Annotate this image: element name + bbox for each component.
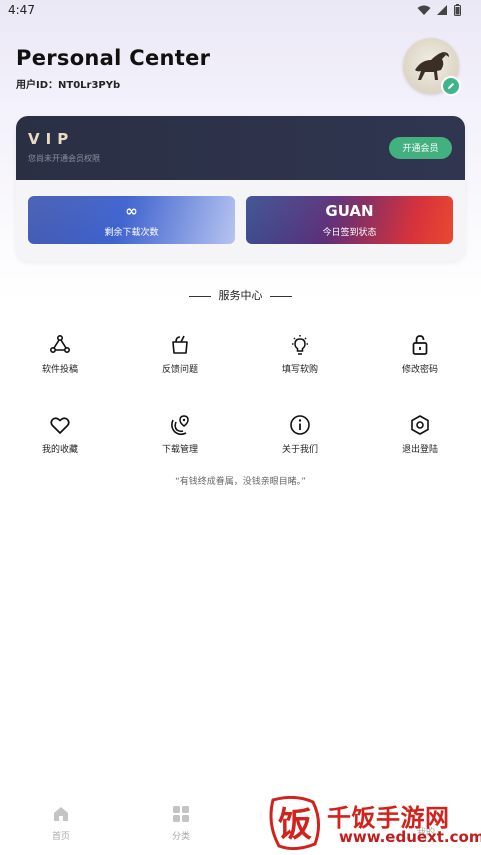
info-icon	[290, 415, 310, 435]
divider	[270, 295, 292, 297]
heart-icon	[50, 417, 70, 434]
wifi-icon	[417, 5, 431, 15]
download-location-icon	[171, 415, 189, 436]
profile-header: Personal Center 用户ID：NT0Lr3PYb	[16, 46, 210, 91]
downloads-remaining-value: ∞	[125, 202, 138, 220]
feedback-cup-icon	[172, 335, 188, 354]
status-icons	[417, 4, 461, 16]
service-item-favorites[interactable]: 我的收藏	[0, 414, 120, 470]
vip-title: VIP	[28, 130, 75, 148]
vip-subtitle: 您尚未开通会员权限	[28, 154, 100, 163]
signal-icon	[437, 4, 447, 15]
service-item-label: 我的收藏	[41, 445, 78, 455]
checkin-status-value: GUAN	[325, 202, 374, 220]
pencil-icon	[448, 83, 454, 89]
service-center-heading: 服务中心	[0, 287, 481, 303]
nav-category-label: 分类	[171, 832, 190, 842]
nav-category[interactable]: 分类	[151, 805, 211, 842]
service-item-label: 修改密码	[401, 365, 438, 375]
downloads-remaining-card[interactable]: ∞ 剩余下载次数	[28, 196, 235, 244]
service-item-download-manager[interactable]: 下载管理	[120, 414, 240, 470]
downloads-remaining-label: 剩余下载次数	[104, 228, 159, 238]
service-item-label: 关于我们	[281, 445, 318, 455]
logout-hexagon-icon	[411, 415, 429, 435]
edit-avatar-badge[interactable]	[441, 76, 461, 96]
service-item-label: 软件投稿	[41, 365, 78, 375]
vip-card: VIP 您尚未开通会员权限 开通会员 ∞ 剩余下载次数 GUAN 今日签到状态	[16, 116, 465, 261]
service-item-submit-software[interactable]: 软件投稿	[0, 334, 120, 390]
battery-icon	[454, 4, 461, 16]
service-item-feedback[interactable]: 反馈问题	[120, 334, 240, 390]
status-time: 4:47	[8, 3, 35, 17]
service-center-title: 服务中心	[218, 289, 263, 302]
user-id: 用户ID：NT0Lr3PYb	[16, 80, 121, 91]
service-item-about-us[interactable]: 关于我们	[240, 414, 360, 470]
svg-text:饭: 饭	[278, 805, 312, 845]
service-item-change-password[interactable]: 修改密码	[360, 334, 480, 390]
lightbulb-icon	[292, 335, 308, 355]
nav-home[interactable]: 首页	[31, 805, 91, 842]
service-item-label: 反馈问题	[161, 365, 198, 375]
nav-home-label: 首页	[51, 832, 70, 842]
checkin-status-label: 今日签到状态	[322, 228, 377, 238]
page-title: Personal Center	[16, 46, 211, 70]
lock-icon	[412, 335, 428, 355]
watermark-logo-icon: 饭	[269, 796, 320, 851]
home-icon	[54, 807, 68, 821]
service-item-label: 填写软购	[281, 365, 318, 375]
site-watermark: 饭 千饭手游网 www.eduext.com	[265, 794, 481, 854]
vip-banner: VIP 您尚未开通会员权限 开通会员	[16, 116, 465, 180]
service-item-label: 下载管理	[161, 445, 198, 455]
service-item-label: 退出登陆	[401, 445, 438, 455]
divider	[189, 295, 211, 297]
checkin-status-card[interactable]: GUAN 今日签到状态	[246, 196, 453, 244]
grid-icon	[173, 806, 189, 822]
status-bar: 4:47	[0, 0, 481, 22]
share-nodes-icon	[49, 334, 71, 354]
service-item-logout[interactable]: 退出登陆	[360, 414, 480, 470]
quote-text: “有钱终成眷属，没钱亲眼目睹。”	[175, 477, 306, 487]
service-item-request-software[interactable]: 填写软购	[240, 334, 360, 390]
watermark-url: www.eduext.com	[339, 828, 481, 846]
open-vip-button[interactable]: 开通会员	[389, 137, 452, 159]
